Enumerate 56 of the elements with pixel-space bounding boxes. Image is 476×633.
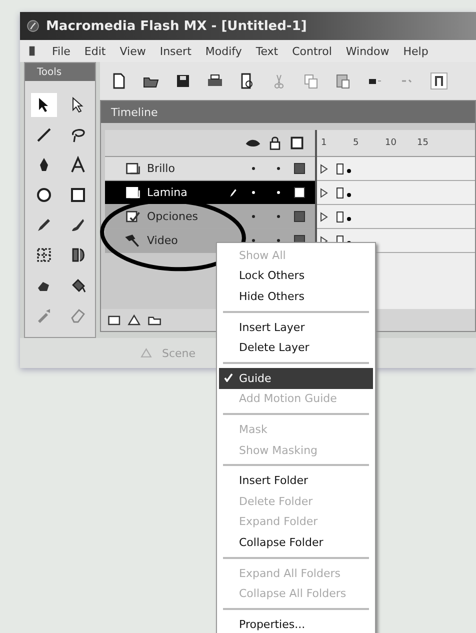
menu-item[interactable]: Modify: [205, 44, 242, 58]
menu-item[interactable]: File: [52, 44, 70, 58]
layer-name: Lamina: [147, 186, 188, 199]
layer-row[interactable]: Lamina: [105, 181, 315, 205]
transform-tool-icon: [35, 246, 53, 264]
keyframe-icon: [320, 210, 352, 222]
menu-item[interactable]: Insert Folder: [219, 470, 373, 491]
menu-item[interactable]: View: [120, 44, 146, 58]
menu-item[interactable]: Properties...: [219, 614, 373, 633]
keyframe-icon: [320, 162, 352, 174]
panel-title: Timeline: [101, 101, 475, 123]
layer-name: Brillo: [147, 162, 176, 175]
menu-item[interactable]: Collapse Folder: [219, 532, 373, 553]
outline-icon: [289, 135, 305, 151]
lock-icon: [267, 135, 283, 151]
oval-tool-icon: [35, 186, 53, 204]
hammer-icon: [125, 232, 141, 248]
panel-title: Tools: [25, 63, 95, 81]
flash-logo-icon: [26, 19, 40, 33]
eraser-tool-icon: [69, 306, 87, 324]
layer-row[interactable]: Opciones: [105, 205, 315, 229]
menu-item[interactable]: Guide: [219, 368, 373, 389]
menu-item[interactable]: Help: [403, 44, 428, 58]
magnet-icon[interactable]: [430, 72, 448, 90]
keyframe-icon: [320, 186, 352, 198]
line-tool-icon: [35, 126, 53, 144]
scene-icon: [140, 346, 154, 360]
rect-tool-icon: [69, 186, 87, 204]
menu-item[interactable]: Hide Others: [219, 286, 373, 307]
outline-swatch[interactable]: [294, 163, 305, 174]
paste-icon[interactable]: [334, 72, 352, 90]
guided-layer-icon: [125, 208, 141, 224]
menu-item[interactable]: Insert: [160, 44, 192, 58]
pencil-tool-icon: [35, 216, 53, 234]
outline-swatch[interactable]: [294, 187, 305, 198]
window-title: Macromedia Flash MX - [Untitled-1]: [46, 18, 307, 34]
menu-item[interactable]: Control: [292, 44, 332, 58]
layer-name: Opciones: [147, 210, 199, 223]
layer-name: Video: [147, 234, 179, 247]
layer-row[interactable]: Brillo: [105, 157, 315, 181]
menu-item[interactable]: Window: [346, 44, 390, 58]
lasso-tool-icon: [69, 126, 87, 144]
layer-icon: [125, 184, 141, 200]
menu-item[interactable]: Text: [256, 44, 278, 58]
layer-icon: [125, 160, 141, 176]
save-icon[interactable]: [174, 72, 192, 90]
text-tool-icon: [69, 156, 87, 174]
menu-item[interactable]: Insert Layer: [219, 316, 373, 338]
frame-ruler: 1 5 10 15: [317, 130, 475, 157]
add-guide-icon: [127, 312, 143, 328]
outline-swatch[interactable]: [294, 211, 305, 222]
menu-item[interactable]: Lock Others: [219, 266, 373, 286]
copy-icon[interactable]: [302, 72, 320, 90]
tool-button[interactable]: [31, 93, 57, 117]
menu-item[interactable]: Edit: [84, 44, 106, 58]
menu-item[interactable]: Delete Layer: [219, 337, 373, 358]
